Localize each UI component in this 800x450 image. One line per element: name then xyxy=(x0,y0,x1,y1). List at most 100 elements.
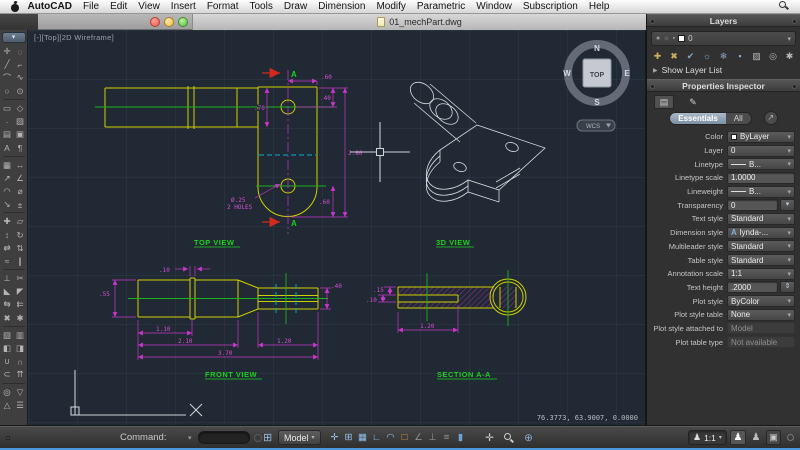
layout-grid-icon[interactable]: ⊞ xyxy=(263,426,272,449)
search-icon[interactable] xyxy=(779,1,790,12)
close-window-button[interactable] xyxy=(150,17,160,27)
offset-tool-icon[interactable]: ∥ xyxy=(14,255,27,268)
command-record-icon[interactable] xyxy=(254,426,262,449)
property-dropdown-text-style[interactable]: Standard▾ xyxy=(727,213,795,225)
leader-tool-icon[interactable]: ↘ xyxy=(1,198,14,211)
revolve-tool-icon[interactable]: ◎ xyxy=(1,386,14,399)
menu-file[interactable]: File xyxy=(77,1,104,12)
hatch-tool-icon[interactable]: ▨ xyxy=(14,115,27,128)
quick-properties-toggle[interactable]: ▮ xyxy=(454,430,467,446)
pan-tool-icon[interactable]: ✛ xyxy=(483,430,496,446)
minimize-window-button[interactable] xyxy=(164,17,174,27)
panel-dot-icon[interactable] xyxy=(792,84,797,89)
show-layer-list-toggle[interactable]: ▶ Show Layer List xyxy=(653,65,794,75)
new-layer-icon[interactable]: ✚ xyxy=(650,49,665,63)
arc-tool-icon[interactable]: ⌒ xyxy=(1,71,14,84)
intersect-tool-icon[interactable]: ⊂ xyxy=(1,368,14,381)
property-dropdown-plot-style[interactable]: ByColor▾ xyxy=(727,295,795,307)
annotation-scale-button[interactable]: ♟ 1:1 ▾ xyxy=(688,430,727,445)
break-tool-icon[interactable]: ⇇ xyxy=(14,298,27,311)
dim-radius-tool-icon[interactable]: ◠ xyxy=(1,185,14,198)
rectangle-tool-icon[interactable]: ▭ xyxy=(1,102,14,115)
property-dropdown-multileader-style[interactable]: Standard▾ xyxy=(727,240,795,252)
viewcube[interactable]: N S W E TOP WCS xyxy=(563,44,630,131)
styles-tab[interactable]: ✎ xyxy=(683,95,703,109)
property-dropdown-lineweight[interactable]: B...▾ xyxy=(727,186,795,198)
zoom-window-button[interactable] xyxy=(178,17,188,27)
annotation-autoscale-button[interactable]: ♟ xyxy=(748,430,764,445)
current-layer-dropdown[interactable]: ●☼▪ 0 ▾ xyxy=(651,31,796,46)
lineweight-toggle[interactable]: ≡ xyxy=(440,430,453,446)
annotation-visibility-button[interactable]: ♟ xyxy=(730,430,746,445)
menu-parametric[interactable]: Parametric xyxy=(411,1,470,12)
explode-tool-icon[interactable]: ✱ xyxy=(14,312,27,325)
dim-aligned-tool-icon[interactable]: ↗ xyxy=(1,172,14,185)
attribute-tool-icon[interactable]: ◧ xyxy=(1,342,14,355)
set-current-layer-icon[interactable]: ✔ xyxy=(683,49,698,63)
polygon-tool-icon[interactable]: ◇ xyxy=(14,102,27,115)
menu-dimension[interactable]: Dimension xyxy=(313,1,371,12)
quick-select-button[interactable]: ↗ xyxy=(764,111,778,125)
move-tool-icon[interactable]: ✚ xyxy=(1,215,14,228)
flatshot-tool-icon[interactable]: ☰ xyxy=(14,399,27,412)
property-button-transparency[interactable]: ▾ xyxy=(780,199,795,211)
lasso-tool-icon[interactable]: ◌ xyxy=(14,45,27,58)
command-input[interactable] xyxy=(198,431,250,444)
properties-panel-header[interactable]: Properties Inspector xyxy=(647,79,800,92)
region-tool-icon[interactable]: ▣ xyxy=(14,128,27,141)
delete-layer-icon[interactable]: ✖ xyxy=(667,49,682,63)
select-tool-icon[interactable]: ✛ xyxy=(1,45,14,58)
layers-panel-header[interactable]: Layers xyxy=(647,14,800,27)
property-button-text-height[interactable]: ⇕ xyxy=(780,281,795,293)
zoom-tool-icon[interactable] xyxy=(503,431,515,445)
segment-all[interactable]: All xyxy=(726,113,751,124)
mtext-tool-icon[interactable]: ¶ xyxy=(14,141,27,154)
menu-window[interactable]: Window xyxy=(471,1,518,12)
tool-palette-menu-button[interactable]: ▾ xyxy=(2,32,26,43)
panel-dot-icon[interactable] xyxy=(650,84,655,89)
panel-dot-icon[interactable] xyxy=(792,19,797,24)
block-create-tool-icon[interactable]: ▥ xyxy=(14,329,27,342)
polyline-tool-icon[interactable]: ⌐ xyxy=(14,58,27,71)
orbit-tool-icon[interactable]: ⊕ xyxy=(522,430,535,446)
section-tool-icon[interactable]: △ xyxy=(1,399,14,412)
copy-tool-icon[interactable]: ▱ xyxy=(14,215,27,228)
ortho-toggle[interactable]: ∟ xyxy=(370,430,383,446)
point-tool-icon[interactable]: ∙ xyxy=(1,115,14,128)
polar-toggle[interactable]: ◠ xyxy=(384,430,397,446)
menu-help[interactable]: Help xyxy=(583,1,615,12)
property-dropdown-linetype[interactable]: B...▾ xyxy=(727,158,795,170)
property-dropdown-table-style[interactable]: Standard▾ xyxy=(727,254,795,266)
menu-edit[interactable]: Edit xyxy=(105,1,133,12)
layer-settings-icon[interactable]: ✱ xyxy=(782,49,797,63)
mirror-tool-icon[interactable]: ⇄ xyxy=(1,242,14,255)
rotate-tool-icon[interactable]: ↻ xyxy=(14,228,27,241)
property-input-text-height[interactable]: .2000 xyxy=(727,281,778,293)
layer-on-off-icon[interactable]: ☼ xyxy=(700,49,715,63)
block-insert-tool-icon[interactable]: ▧ xyxy=(1,329,14,342)
menu-view[interactable]: View xyxy=(133,1,166,12)
trim-tool-icon[interactable]: ⊥ xyxy=(1,272,14,285)
model-layout-button[interactable]: Model ▾ xyxy=(278,430,321,445)
status-ring-icon[interactable] xyxy=(787,426,794,449)
table-tool-icon[interactable]: ▦ xyxy=(1,159,14,172)
maximize-drawing-button[interactable]: ▣ xyxy=(766,430,781,445)
menu-subscription[interactable]: Subscription xyxy=(517,1,583,12)
segment-essentials[interactable]: Essentials xyxy=(670,113,726,124)
property-dropdown-color[interactable]: ByLayer▾ xyxy=(727,131,795,143)
dim-diameter-tool-icon[interactable]: ⌀ xyxy=(14,185,27,198)
scale-tool-icon[interactable]: ⇅ xyxy=(14,242,27,255)
join-tool-icon[interactable]: ⇆ xyxy=(1,298,14,311)
property-dropdown-layer[interactable]: 0▾ xyxy=(727,145,795,157)
tolerance-tool-icon[interactable]: ± xyxy=(14,198,27,211)
extrude-tool-icon[interactable]: ⇈ xyxy=(14,368,27,381)
array-tool-icon[interactable]: ≈ xyxy=(1,255,14,268)
grid-display-toggle[interactable]: ▦ xyxy=(356,430,369,446)
grid-toggle[interactable]: ⊞ xyxy=(342,430,355,446)
chamfer-tool-icon[interactable]: ◤ xyxy=(14,285,27,298)
text-tool-icon[interactable]: A xyxy=(1,141,14,154)
menu-draw[interactable]: Draw xyxy=(278,1,312,12)
stretch-tool-icon[interactable]: ↕ xyxy=(1,228,14,241)
layer-freeze-thaw-icon[interactable]: ❄ xyxy=(716,49,731,63)
spline-tool-icon[interactable]: ∿ xyxy=(14,71,27,84)
